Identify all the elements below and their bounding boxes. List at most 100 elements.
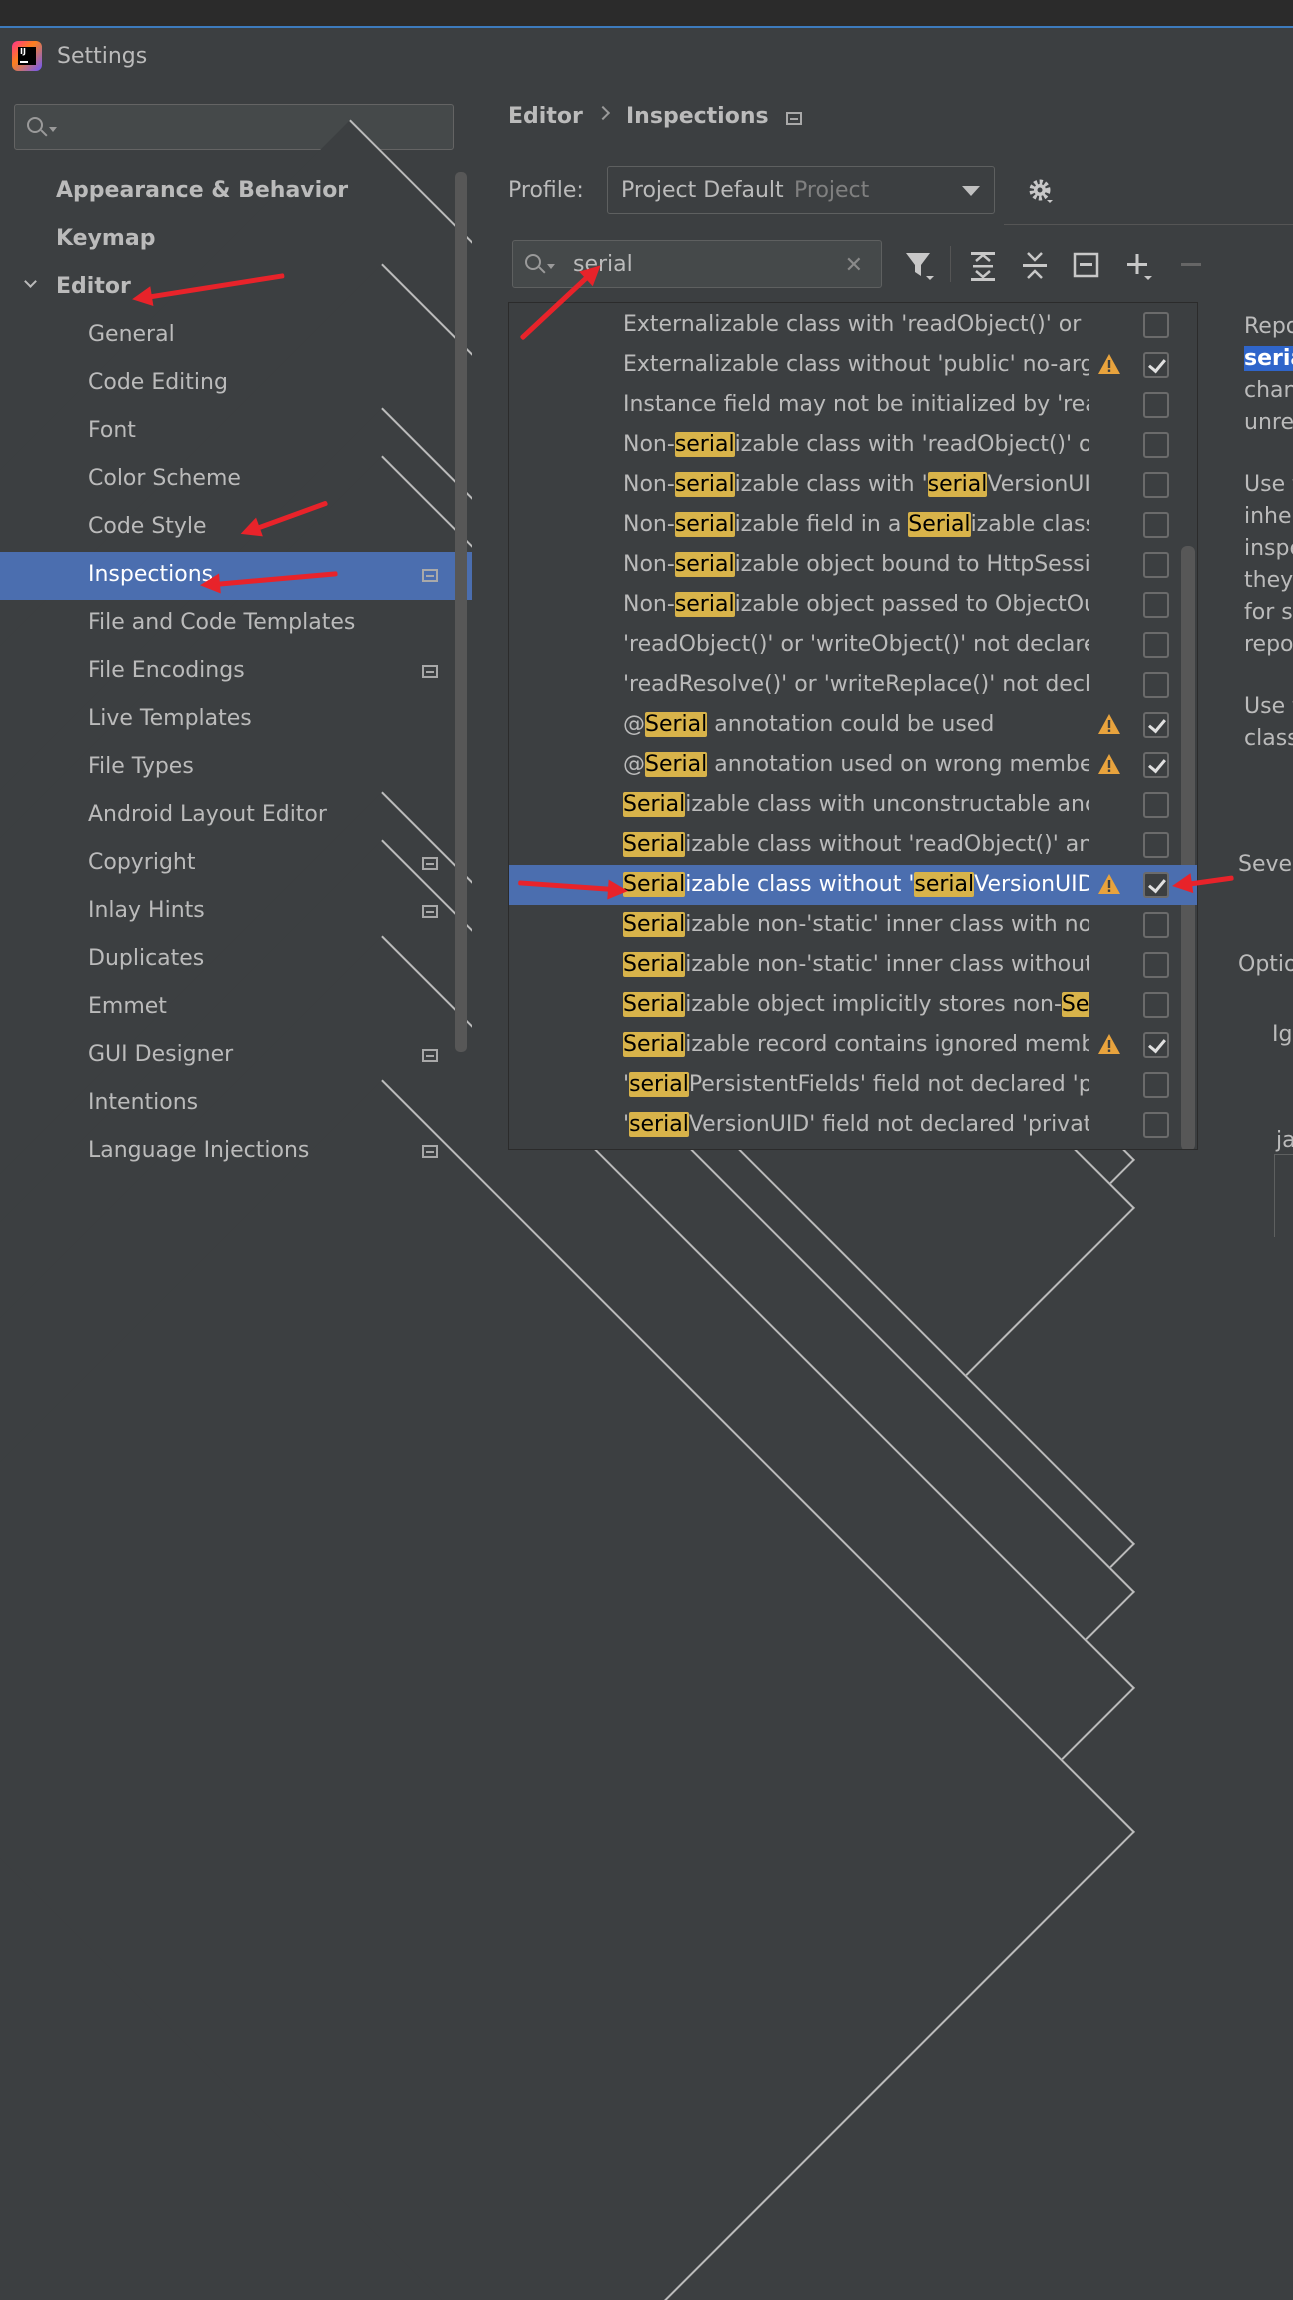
sidebar-item-appearance-behavior[interactable]: Appearance & Behavior (0, 119, 1103, 1453)
inspection-label: Instance field may not be initialized by… (623, 392, 1089, 417)
inspection-checkbox[interactable] (1143, 552, 1169, 578)
inspection-row[interactable]: Serializable class with unconstructable … (509, 785, 1197, 825)
add-icon[interactable] (1124, 250, 1156, 282)
profile-scope: Project (794, 178, 870, 203)
collapse-all-icon[interactable] (1020, 250, 1052, 282)
inspection-checkbox[interactable] (1143, 632, 1169, 658)
inspection-row[interactable]: @Serial annotation could be used (509, 705, 1197, 745)
inspection-checkbox[interactable] (1143, 392, 1169, 418)
reset-to-default-icon[interactable] (1072, 250, 1104, 282)
remove-icon[interactable] (1178, 250, 1210, 282)
search-options-caret-icon (547, 264, 555, 269)
profile-dropdown[interactable]: Project Default Project (607, 166, 995, 214)
expand-all-icon[interactable] (968, 250, 1000, 282)
chevron-down-icon[interactable] (24, 275, 37, 288)
inspection-checkbox[interactable] (1143, 992, 1169, 1018)
inspection-label: @Serial annotation could be used (623, 712, 995, 737)
inspection-row[interactable]: Non-serializable field in a Serializable… (509, 505, 1197, 545)
sidebar-item-file-encodings[interactable]: File Encodings (0, 648, 472, 696)
sidebar-item-emmet[interactable]: Emmet (0, 935, 1135, 2269)
project-level-icon (422, 569, 438, 582)
inspection-checkbox[interactable] (1143, 1032, 1169, 1058)
inspection-label: Serializable class with unconstructable … (623, 792, 1089, 817)
inspection-checkbox[interactable] (1143, 952, 1169, 978)
settings-search-input[interactable] (14, 104, 454, 150)
inspection-label: 'readResolve()' or 'writeReplace()' not … (623, 672, 1089, 697)
project-level-icon (786, 112, 802, 125)
sidebar-item-label: Copyright (88, 850, 196, 875)
sidebar-item-general[interactable]: General (0, 263, 1135, 1597)
sidebar-scrollbar[interactable] (455, 172, 467, 1052)
sidebar-item-gui-designer[interactable]: GUI Designer (0, 1032, 472, 1080)
inspection-label: Serializable class without 'serialVersio… (623, 872, 1089, 897)
inspection-row[interactable]: Externalizable class without 'public' no… (509, 345, 1197, 385)
description-line: Use t (1244, 694, 1293, 719)
sidebar-item-code-style[interactable]: Code Style (0, 455, 1135, 1789)
sidebar-item-file-and-code-templates[interactable]: File and Code Templates (0, 600, 472, 648)
inspection-row[interactable]: Non-serializable class with 'serialVersi… (509, 465, 1197, 505)
inspection-row[interactable]: Serializable class without 'readObject()… (509, 825, 1197, 865)
sidebar-item-label: Code Editing (88, 370, 228, 395)
inspection-checkbox[interactable] (1143, 312, 1169, 338)
inspection-row[interactable]: Non-serializable object passed to Object… (509, 585, 1197, 625)
description-line: repo (1244, 632, 1293, 657)
inspection-row[interactable]: 'serialVersionUID' field not declared 'p… (509, 1105, 1197, 1145)
inspection-row[interactable]: Non-serializable class with 'readObject(… (509, 425, 1197, 465)
inspection-row[interactable]: 'serialPersistentFields' field not decla… (509, 1065, 1197, 1105)
inspection-checkbox[interactable] (1143, 512, 1169, 538)
gear-icon[interactable] (1028, 178, 1054, 204)
inspection-checkbox[interactable] (1143, 1112, 1169, 1138)
inspection-label: @Serial annotation used on wrong member (623, 752, 1089, 777)
inspection-row[interactable]: @Serial annotation used on wrong member (509, 745, 1197, 785)
inspection-row[interactable]: Serializable non-'static' inner class wi… (509, 905, 1197, 945)
inspection-row[interactable]: 'readResolve()' or 'writeReplace()' not … (509, 665, 1197, 705)
warning-icon (1098, 874, 1120, 894)
breadcrumb-editor[interactable]: Editor (508, 104, 583, 129)
sidebar-item-inspections[interactable]: Inspections (0, 552, 472, 600)
description-line: they (1244, 568, 1293, 593)
description-line: Repo (1244, 314, 1293, 339)
options-label: Optio (1238, 952, 1293, 977)
inspection-checkbox[interactable] (1143, 592, 1169, 618)
inspection-label: Non-serializable object bound to HttpSes… (623, 552, 1089, 577)
settings-sidebar: Appearance & Behavior Keymap Editor General… (0, 86, 1135, 2300)
inspection-checkbox[interactable] (1143, 352, 1169, 378)
inspection-checkbox[interactable] (1143, 1072, 1169, 1098)
inspection-checkbox[interactable] (1143, 672, 1169, 698)
sidebar-item-language-injections[interactable]: Language Injections (0, 1079, 1135, 2300)
inspection-row[interactable]: 'readObject()' or 'writeObject()' not de… (509, 625, 1197, 665)
inspection-checkbox[interactable] (1143, 472, 1169, 498)
inspection-checkbox[interactable] (1143, 432, 1169, 458)
clear-search-icon[interactable]: ✕ (845, 253, 863, 278)
inspection-label: Non-serializable object passed to Object… (623, 592, 1089, 617)
sidebar-item-label: Code Style (88, 514, 207, 539)
sidebar-item-label: GUI Designer (88, 1042, 234, 1067)
inspection-row[interactable]: Serializable non-'static' inner class wi… (509, 945, 1197, 985)
inspection-row[interactable]: Serializable record contains ignored mem… (509, 1025, 1197, 1065)
warning-icon (1098, 754, 1120, 774)
sidebar-item-label: Appearance & Behavior (56, 178, 349, 203)
breadcrumb-separator-icon (595, 105, 611, 121)
sidebar-item-live-templates[interactable]: Live Templates (0, 696, 472, 744)
inspection-row[interactable]: Instance field may not be initialized by… (509, 385, 1197, 425)
sidebar-item-inlay-hints[interactable]: Inlay Hints (0, 839, 1135, 2173)
title-bar: IJ Settings (0, 28, 1293, 86)
inspection-row[interactable]: Externalizable class with 'readObject()'… (509, 305, 1197, 345)
sidebar-item-file-types[interactable]: File Types (0, 744, 472, 792)
inspection-row[interactable]: Non-serializable object bound to HttpSes… (509, 545, 1197, 585)
inspection-checkbox[interactable] (1143, 832, 1169, 858)
inspection-checkbox[interactable] (1143, 792, 1169, 818)
inspection-checkbox[interactable] (1143, 872, 1169, 898)
breadcrumb-inspections: Inspections (626, 104, 769, 129)
inspection-checkbox[interactable] (1143, 912, 1169, 938)
sidebar-item-keymap[interactable]: Keymap (0, 216, 472, 264)
inspection-checkbox[interactable] (1143, 752, 1169, 778)
options-table-cell: ja (1276, 1128, 1293, 1153)
sidebar-item-code-editing[interactable]: Code Editing (0, 360, 472, 408)
inspection-search-input[interactable]: serial ✕ (512, 240, 882, 288)
inspection-checkbox[interactable] (1143, 712, 1169, 738)
filter-icon[interactable] (904, 250, 936, 282)
description-line: class (1244, 726, 1293, 751)
sidebar-item-label: Language Injections (88, 1138, 310, 1163)
inspection-row[interactable]: Serializable object implicitly stores no… (509, 985, 1197, 1025)
